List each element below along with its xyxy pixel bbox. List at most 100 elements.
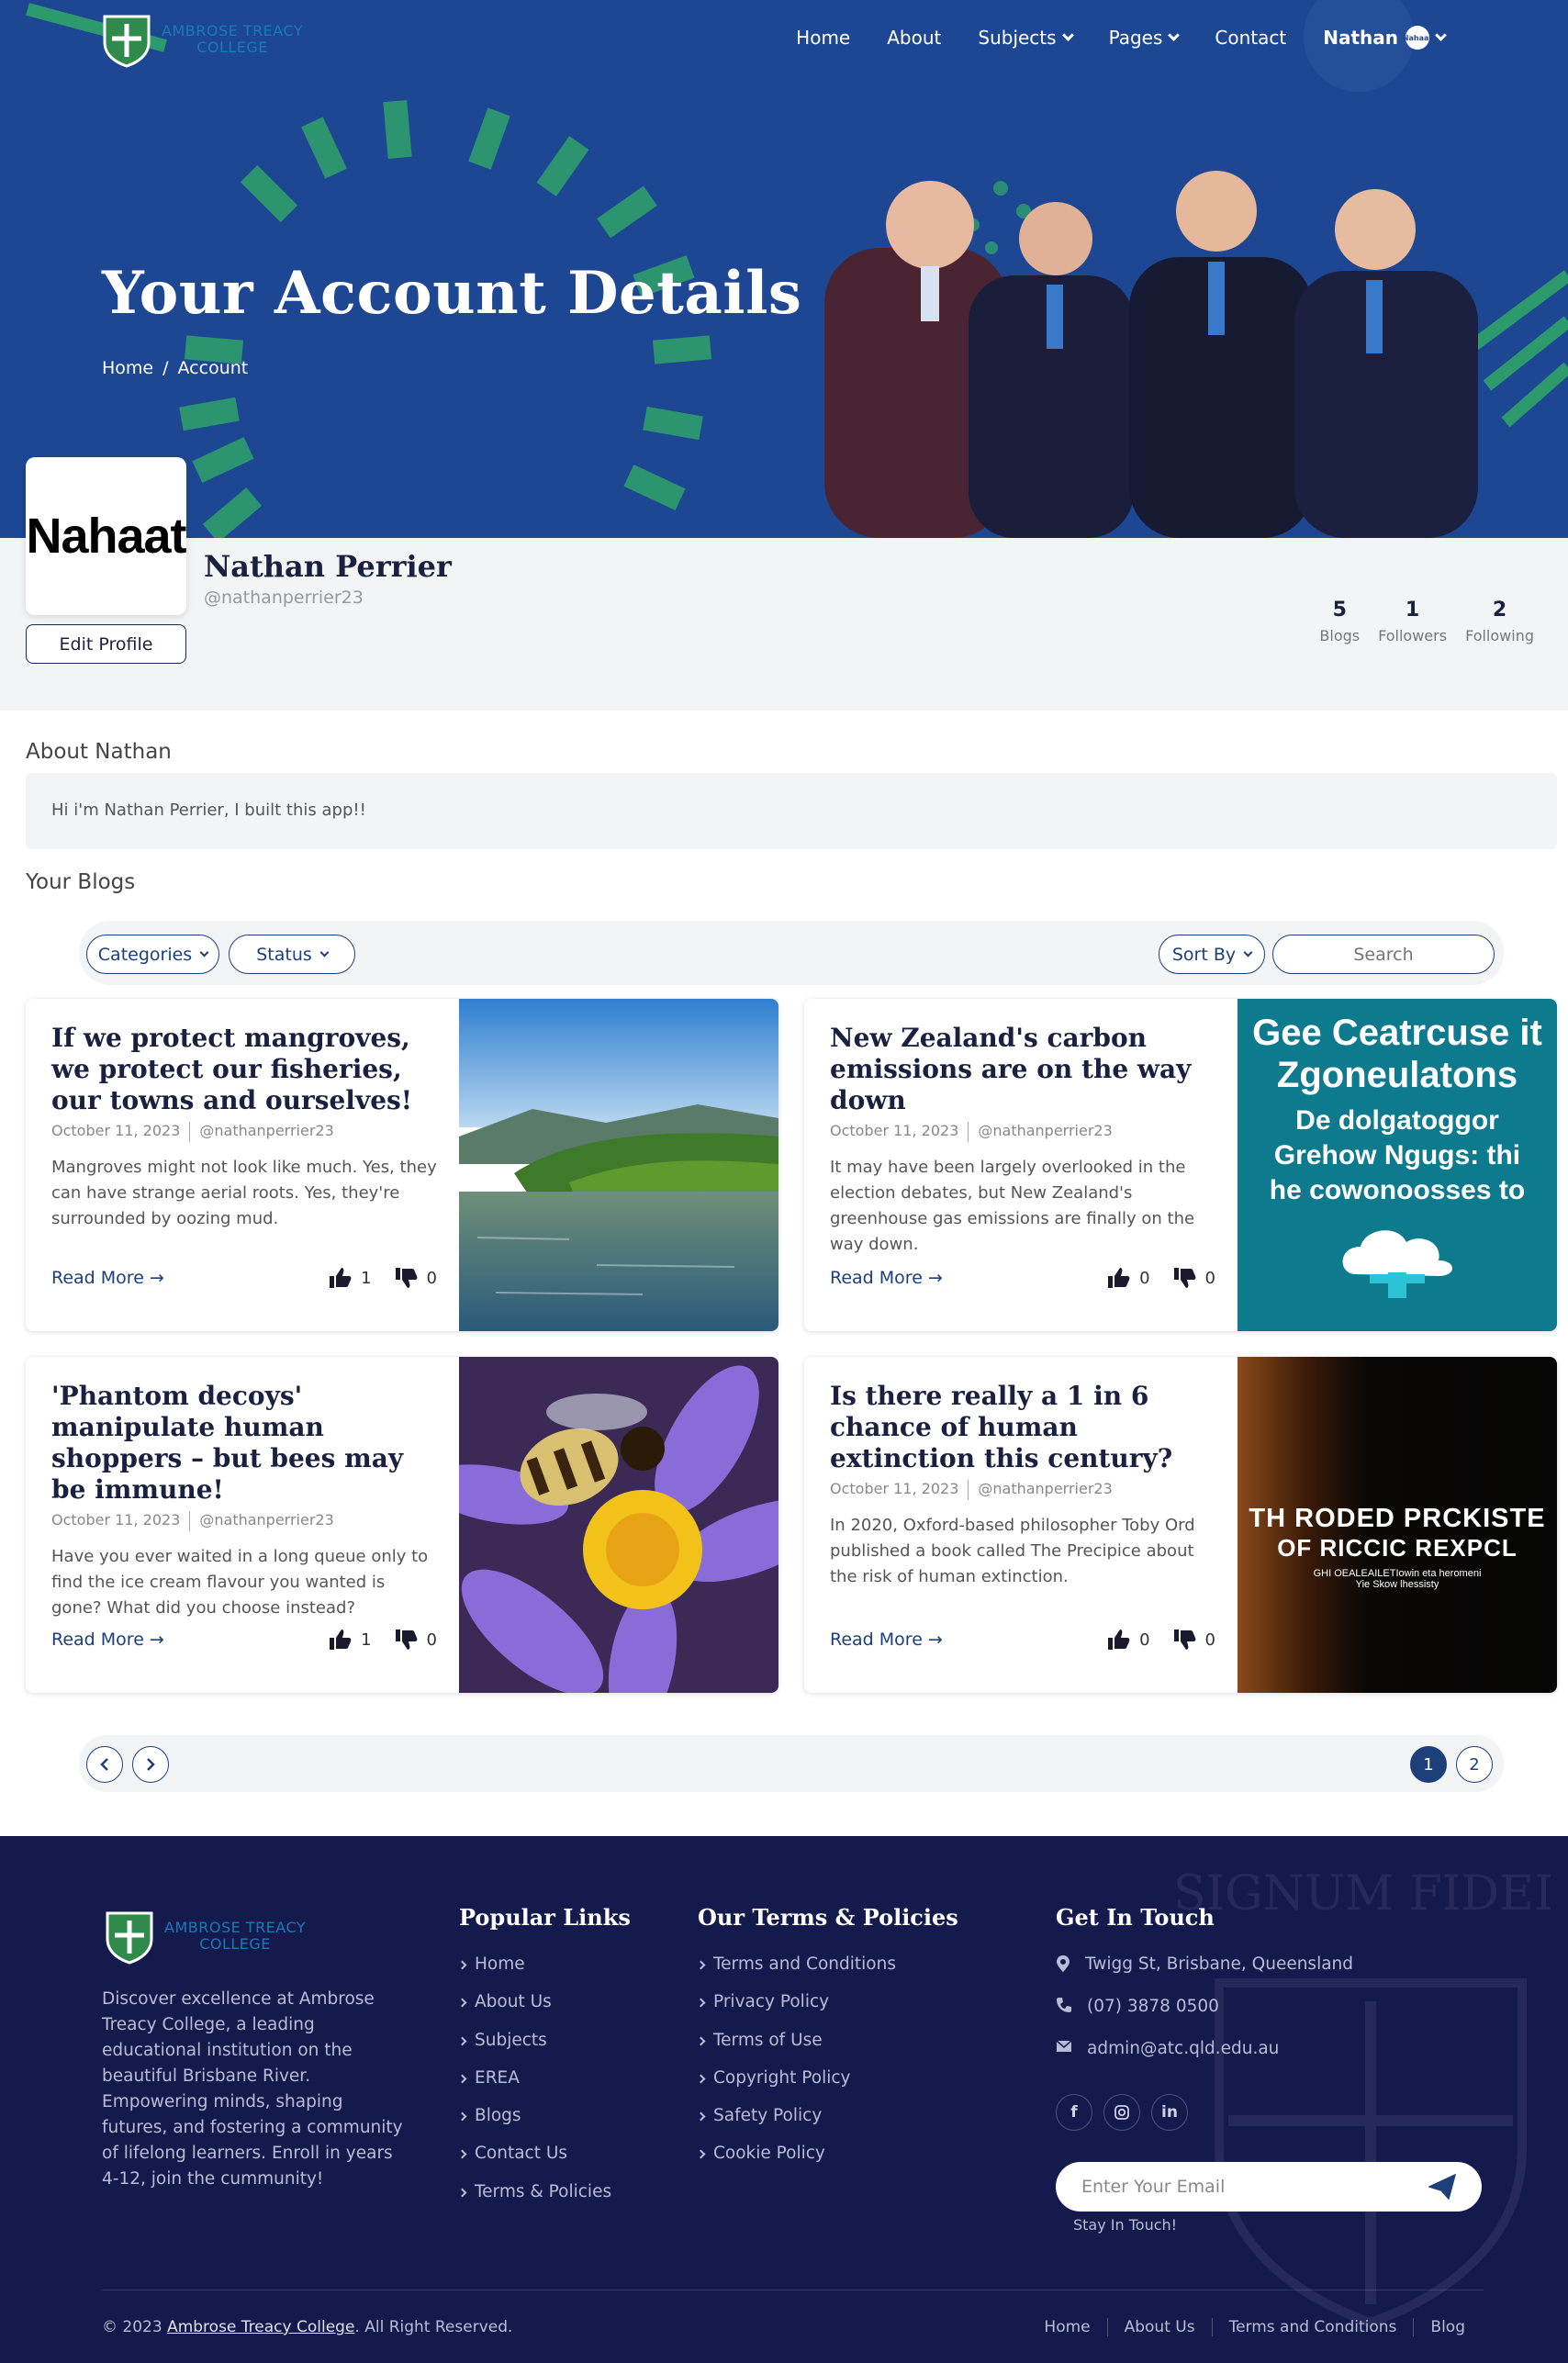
dislike-button[interactable]: 0 — [394, 1629, 437, 1651]
footer-link-about[interactable]: About Us — [457, 1992, 631, 2030]
footer-link-safety[interactable]: Safety Policy — [696, 2106, 958, 2144]
crest-icon — [106, 1911, 153, 1965]
bottom-link-about[interactable]: About Us — [1106, 2318, 1212, 2336]
nav-contact[interactable]: Contact — [1215, 27, 1286, 49]
logo-line1: AMBROSE TREACY — [162, 22, 304, 39]
footer-link-label: Subjects — [475, 2030, 547, 2050]
stat-followers[interactable]: 1 Followers — [1378, 599, 1447, 644]
blog-title[interactable]: New Zealand's carbon emissions are on th… — [830, 1023, 1215, 1116]
blog-card[interactable]: New Zealand's carbon emissions are on th… — [804, 999, 1557, 1331]
map-pin-icon — [1057, 1955, 1070, 1972]
footer-link-copyright[interactable]: Copyright Policy — [696, 2068, 958, 2106]
dislike-button[interactable]: 0 — [1172, 1629, 1215, 1651]
blog-image-mangroves[interactable] — [459, 999, 778, 1331]
logo-line2: COLLEGE — [196, 39, 268, 56]
bottom-link-home[interactable]: Home — [1027, 2318, 1106, 2336]
blog-card[interactable]: Is there really a 1 in 6 chance of human… — [804, 1357, 1557, 1693]
breadcrumb-home[interactable]: Home — [102, 358, 153, 378]
footer-link-subjects[interactable]: Subjects — [457, 2030, 631, 2068]
site-logo[interactable]: AMBROSE TREACY COLLEGE — [99, 11, 303, 68]
page-2-button[interactable]: 2 — [1456, 1746, 1493, 1783]
footer-link-cookie[interactable]: Cookie Policy — [696, 2144, 958, 2181]
like-button[interactable]: 0 — [1106, 1267, 1150, 1289]
like-button[interactable]: 1 — [328, 1267, 372, 1289]
read-more-link[interactable]: Read More → — [51, 1268, 164, 1288]
bottom-link-terms[interactable]: Terms and Conditions — [1211, 2318, 1414, 2336]
blog-author[interactable]: @nathanperrier23 — [199, 1122, 333, 1142]
next-page-button[interactable] — [132, 1746, 169, 1783]
copyright: © 2023 Ambrose Treacy College. All Right… — [102, 2318, 512, 2336]
social-links: f in — [1056, 2094, 1188, 2131]
chevron-right-icon — [457, 2036, 467, 2046]
search-input[interactable] — [1272, 935, 1495, 974]
blog-author[interactable]: @nathanperrier23 — [978, 1480, 1112, 1500]
edit-profile-button[interactable]: Edit Profile — [26, 624, 186, 664]
contact-email[interactable]: admin@atc.qld.edu.au — [1056, 2039, 1353, 2081]
contact-title: Get In Touch — [1056, 1904, 1215, 1931]
like-button[interactable]: 0 — [1106, 1629, 1150, 1651]
dislike-button[interactable]: 0 — [394, 1267, 437, 1289]
stat-following[interactable]: 2 Following — [1465, 599, 1534, 644]
linkedin-icon[interactable]: in — [1151, 2094, 1188, 2131]
stat-blogs[interactable]: 5 Blogs — [1319, 599, 1360, 644]
bottom-link-blog[interactable]: Blog — [1413, 2318, 1482, 2336]
footer-link-label: Terms & Policies — [475, 2181, 612, 2201]
blog-title[interactable]: If we protect mangroves, we protect our … — [51, 1023, 437, 1116]
footer-link-terms[interactable]: Terms & Policies — [457, 2181, 631, 2220]
blog-author[interactable]: @nathanperrier23 — [199, 1511, 333, 1531]
nav-subjects[interactable]: Subjects — [978, 27, 1074, 49]
send-icon[interactable] — [1428, 2174, 1456, 2200]
footer-logo[interactable]: AMBROSE TREACY COLLEGE — [102, 1908, 306, 1965]
footer-link-blogs[interactable]: Blogs — [457, 2106, 631, 2144]
blog-card[interactable]: If we protect mangroves, we protect our … — [26, 999, 778, 1331]
footer-link-terms-use[interactable]: Terms of Use — [696, 2030, 958, 2068]
footer-link-privacy[interactable]: Privacy Policy — [696, 1992, 958, 2030]
categories-select[interactable]: Categories — [86, 935, 219, 974]
contact-phone[interactable]: (07) 3878 0500 — [1056, 1997, 1353, 2039]
profile-name: Nathan Perrier — [204, 549, 452, 584]
nav-about[interactable]: About — [887, 27, 941, 49]
thumbs-up-icon — [1108, 1268, 1130, 1288]
read-more-link[interactable]: Read More → — [830, 1268, 943, 1288]
blog-image-carbon[interactable]: Gee Ceatrcuse it Zgoneulatons De dolgato… — [1238, 999, 1557, 1331]
main-nav: Home About Subjects Pages Contact Nathan… — [796, 26, 1447, 50]
dislike-button[interactable]: 0 — [1172, 1267, 1215, 1289]
nav-user-menu[interactable]: Nathan Nahaat — [1323, 26, 1447, 50]
nav-pages[interactable]: Pages — [1109, 27, 1181, 49]
like-button[interactable]: 1 — [328, 1629, 372, 1651]
footer-link-terms-conditions[interactable]: Terms and Conditions — [696, 1954, 958, 1992]
blog-card[interactable]: 'Phantom decoys' manipulate human shoppe… — [26, 1357, 778, 1693]
blog-title[interactable]: 'Phantom decoys' manipulate human shoppe… — [51, 1381, 437, 1506]
read-more-link[interactable]: Read More → — [830, 1629, 943, 1650]
read-more-link[interactable]: Read More → — [51, 1629, 164, 1650]
blog-title[interactable]: Is there really a 1 in 6 chance of human… — [830, 1381, 1215, 1474]
contact-address-text: Twigg St, Brisbane, Queensland — [1085, 1954, 1354, 1974]
blog-author[interactable]: @nathanperrier23 — [978, 1122, 1112, 1142]
instagram-icon[interactable] — [1103, 2094, 1140, 2131]
breadcrumb-separator: / — [162, 358, 169, 378]
footer-link-contact[interactable]: Contact Us — [457, 2144, 631, 2181]
logo-line1: AMBROSE TREACY — [164, 1919, 307, 1936]
status-select[interactable]: Status — [229, 935, 355, 974]
contact-address: Twigg St, Brisbane, Queensland — [1056, 1954, 1353, 1997]
newsletter-email-input[interactable]: Enter Your Email — [1056, 2162, 1482, 2212]
dislike-count: 0 — [426, 1629, 437, 1650]
copyright-link[interactable]: Ambrose Treacy College — [167, 2318, 354, 2336]
avatar-text: Nahaat — [26, 509, 186, 564]
dislike-count: 0 — [1204, 1629, 1215, 1650]
blog-image-precipice[interactable]: TH RODED PRCKISTE OF RICCIC REXPCL GHI O… — [1238, 1357, 1557, 1693]
footer-link-label: Terms of Use — [713, 2030, 823, 2050]
blog-image-bee[interactable] — [459, 1357, 778, 1693]
sort-select[interactable]: Sort By — [1159, 935, 1265, 974]
terms-links: Our Terms & Policies Terms and Condition… — [696, 1904, 958, 2182]
footer-link-erea[interactable]: EREA — [457, 2068, 631, 2106]
nav-home[interactable]: Home — [796, 27, 850, 49]
thumbs-up-icon — [1108, 1629, 1130, 1650]
image-caption: De dolgatoggor — [1295, 1105, 1499, 1136]
page-1-button[interactable]: 1 — [1410, 1746, 1447, 1783]
blog-excerpt: In 2020, Oxford-based philosopher Toby O… — [830, 1516, 1195, 1586]
prev-page-button[interactable] — [86, 1746, 123, 1783]
facebook-icon[interactable]: f — [1056, 2094, 1092, 2131]
stat-label: Followers — [1378, 627, 1448, 644]
footer-link-home[interactable]: Home — [457, 1954, 631, 1992]
